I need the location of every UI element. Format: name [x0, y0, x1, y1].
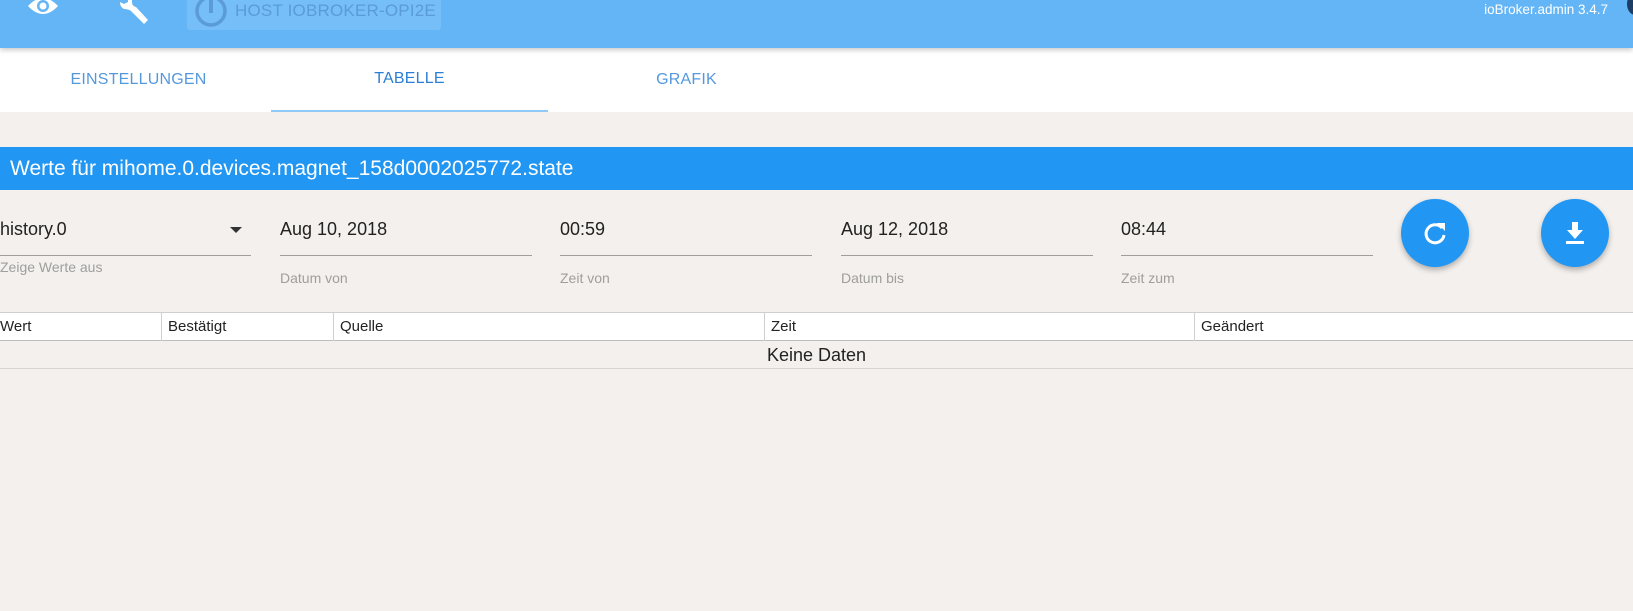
- download-icon: [1566, 222, 1584, 244]
- date-to-label: Datum bis: [841, 270, 905, 286]
- time-to-label: Zeit zum: [1121, 270, 1175, 286]
- instance-value: history.0: [0, 219, 67, 239]
- download-button[interactable]: [1541, 199, 1609, 267]
- column-header-zeit[interactable]: Zeit: [765, 313, 1195, 341]
- tab-einstellungen[interactable]: EINSTELLUNGEN: [0, 48, 277, 112]
- tab-tabelle[interactable]: TABELLE: [271, 48, 548, 112]
- wrench-icon[interactable]: [120, 0, 152, 24]
- instance-label: Zeige Werte aus: [0, 259, 103, 275]
- date-from-value: Aug 10, 2018: [280, 219, 388, 239]
- date-from-label: Datum von: [280, 270, 348, 286]
- column-header-wert[interactable]: Wert: [0, 313, 162, 341]
- time-to-value: 08:44: [1121, 219, 1167, 239]
- column-header-bestaetigt[interactable]: Bestätigt: [162, 313, 334, 341]
- admin-version: ioBroker.admin 3.4.7: [1484, 2, 1608, 17]
- date-from-underline: [280, 255, 532, 256]
- host-label: HOST IOBROKER-OPI2E: [235, 1, 436, 20]
- time-from-label: Zeit von: [560, 270, 610, 286]
- section-title: Werte für mihome.0.devices.magnet_158d00…: [10, 157, 574, 180]
- refresh-button[interactable]: [1401, 199, 1469, 267]
- eye-icon[interactable]: [26, 0, 60, 18]
- column-header-geaendert[interactable]: Geändert: [1195, 313, 1633, 341]
- instance-underline: [0, 255, 251, 256]
- tab-grafik[interactable]: GRAFIK: [548, 48, 825, 112]
- section-header: Werte für mihome.0.devices.magnet_158d00…: [0, 147, 1633, 190]
- dropdown-arrow-icon[interactable]: [230, 227, 242, 233]
- refresh-icon: [1424, 223, 1446, 245]
- power-icon: [195, 0, 227, 27]
- time-from-value: 00:59: [560, 219, 606, 239]
- time-from-underline: [560, 255, 812, 256]
- empty-message: Keine Daten: [766, 345, 867, 365]
- host-button[interactable]: HOST IOBROKER-OPI2E: [187, 0, 441, 30]
- app-toolbar: HOST IOBROKER-OPI2E ioBroker.admin 3.4.7: [0, 0, 1633, 48]
- time-to-underline: [1121, 255, 1373, 256]
- column-header-quelle[interactable]: Quelle: [334, 313, 765, 341]
- table-header: Wert Bestätigt Quelle Zeit Geändert: [0, 312, 1633, 341]
- table-row: Keine Daten: [0, 341, 1633, 369]
- avatar[interactable]: [1627, 0, 1633, 15]
- date-to-value: Aug 12, 2018: [841, 219, 949, 239]
- date-to-underline: [841, 255, 1093, 256]
- tab-bar: EINSTELLUNGEN TABELLE GRAFIK: [0, 48, 1633, 112]
